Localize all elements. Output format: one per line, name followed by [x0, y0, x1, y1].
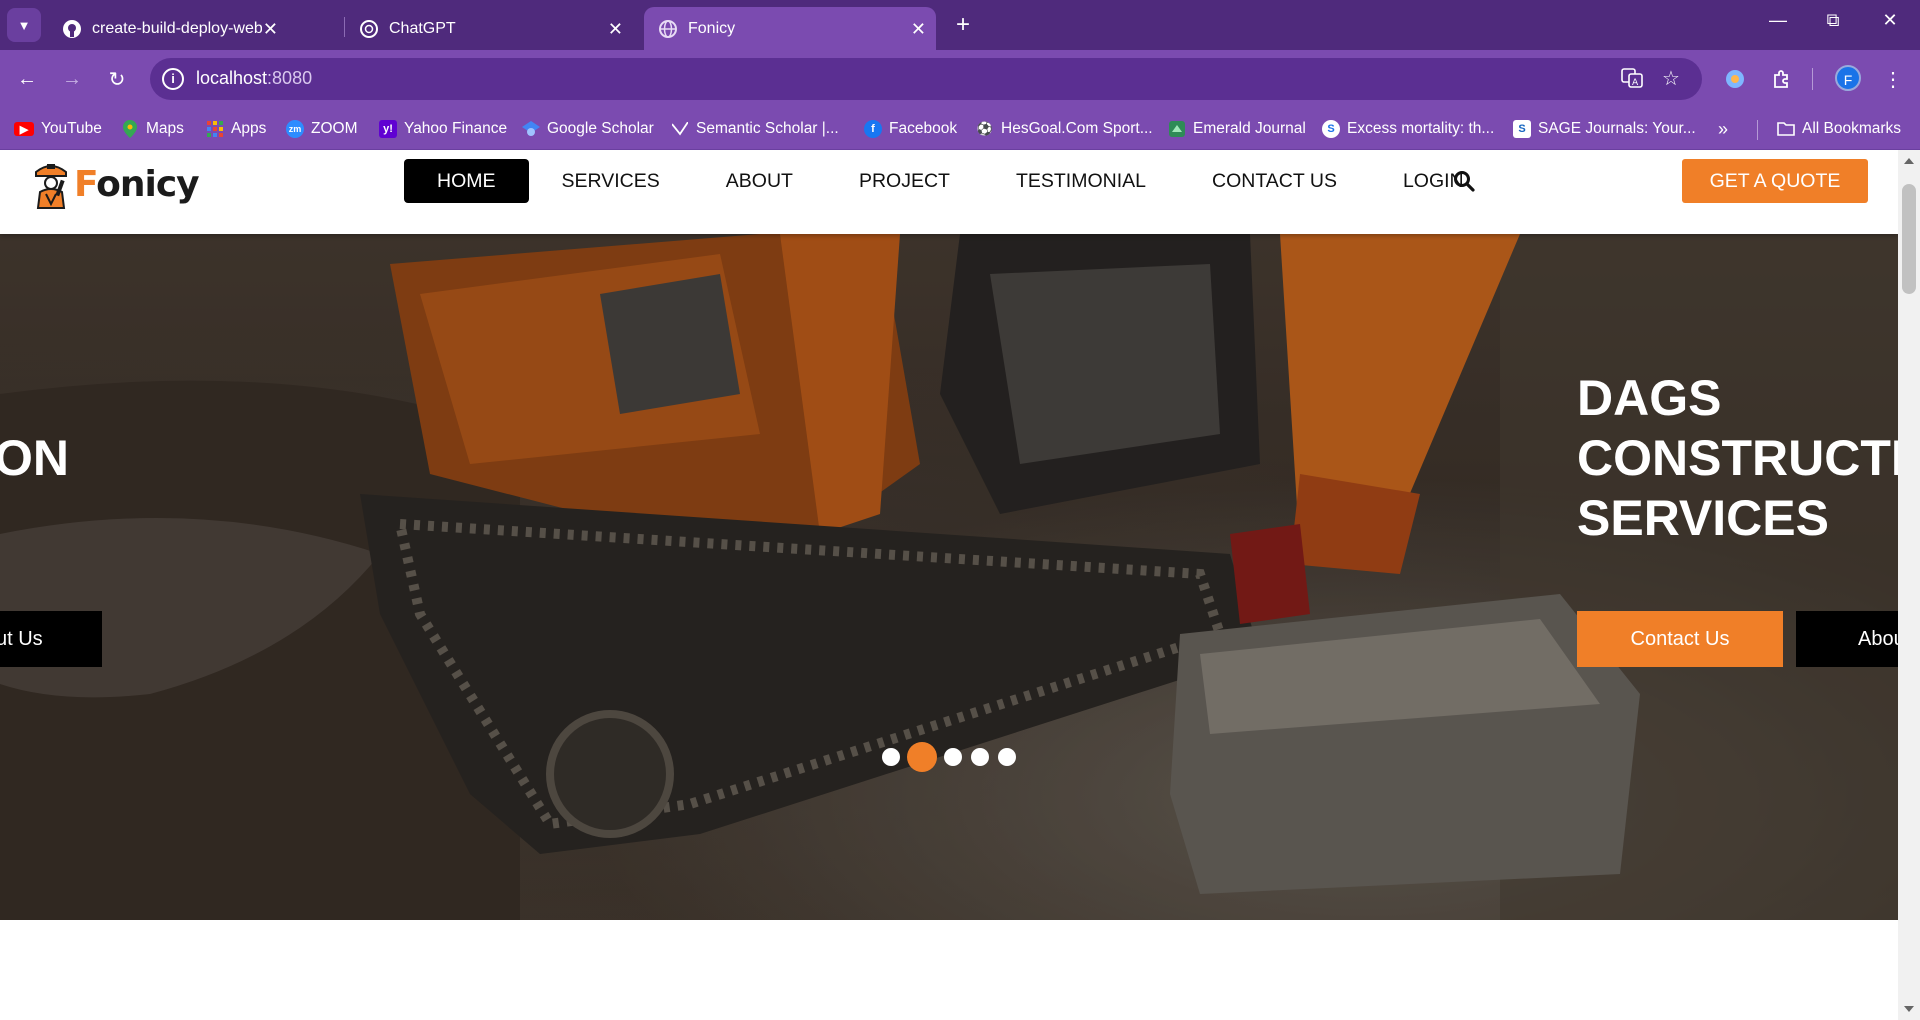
- toolbar-divider: [1812, 68, 1813, 90]
- globe-icon: [658, 19, 678, 39]
- tab-chatgpt[interactable]: ChatGPT ✕: [345, 7, 635, 50]
- youtube-icon: ▶: [14, 122, 34, 136]
- bookmark-youtube[interactable]: ▶ YouTube: [14, 116, 102, 142]
- sage-icon: S: [1513, 120, 1531, 138]
- browser-tab-bar: ▼ create-build-deploy-webapp-w ✕ ChatGPT…: [0, 0, 1920, 50]
- semantic-scholar-icon: [671, 120, 689, 138]
- tab-github[interactable]: create-build-deploy-webapp-w ✕: [48, 7, 288, 50]
- new-tab-button[interactable]: +: [948, 10, 978, 40]
- svg-text:A: A: [1632, 78, 1639, 88]
- tab-title: create-build-deploy-webapp-w: [92, 19, 262, 37]
- get-a-quote-button[interactable]: GET A QUOTE: [1682, 159, 1868, 203]
- zoom-icon: zm: [286, 120, 304, 138]
- scroll-up-icon[interactable]: [1904, 158, 1914, 164]
- nav-login[interactable]: LOGIN: [1370, 159, 1497, 203]
- main-nav: HOME SERVICES ABOUT PROJECT TESTIMONIAL …: [404, 159, 1497, 203]
- site-logo[interactable]: Fonicy: [30, 156, 200, 212]
- excess-icon: S: [1322, 120, 1340, 138]
- bookmark-sage[interactable]: S SAGE Journals: Your...: [1513, 116, 1696, 142]
- bookmark-star-icon[interactable]: ☆: [1662, 66, 1680, 91]
- carousel-dot-4[interactable]: [971, 748, 989, 766]
- bookmarks-bar: ▶ YouTube Maps Apps zm ZOOM y! Yahoo Financ…: [0, 108, 1920, 150]
- brand-name: Fonicy: [74, 163, 200, 205]
- about-us-button[interactable]: About Us: [1796, 611, 1898, 667]
- forward-icon[interactable]: →: [57, 64, 87, 94]
- web-page: Fonicy HOME SERVICES ABOUT PROJECT TESTI…: [0, 150, 1898, 1020]
- bookmark-apps[interactable]: Apps: [206, 116, 266, 142]
- maps-icon: [121, 120, 139, 138]
- tab-fonicy[interactable]: Fonicy ✕: [644, 7, 936, 50]
- close-tab-icon[interactable]: ✕: [911, 19, 926, 40]
- facebook-icon: f: [864, 120, 882, 138]
- previous-slide-about-button[interactable]: ut Us: [0, 611, 102, 667]
- bookmark-emerald[interactable]: Emerald Journal: [1168, 116, 1306, 142]
- page-scrollbar[interactable]: [1898, 150, 1920, 1020]
- bookmark-zoom[interactable]: zm ZOOM: [286, 116, 358, 142]
- reload-icon[interactable]: ↻: [102, 64, 132, 94]
- bookmark-excess-mortality[interactable]: S Excess mortality: th...: [1322, 116, 1494, 142]
- carousel-dot-1[interactable]: [882, 748, 900, 766]
- tab-search-button[interactable]: ▼: [7, 8, 41, 42]
- apps-grid-icon: [206, 120, 224, 138]
- yahoo-icon: y!: [379, 120, 397, 138]
- bookmark-yahoo-finance[interactable]: y! Yahoo Finance: [379, 116, 507, 142]
- scholar-icon: [522, 120, 540, 138]
- tab-title: Fonicy: [688, 19, 736, 37]
- emerald-icon: [1168, 120, 1186, 138]
- openai-icon: [359, 19, 379, 39]
- bookmark-maps[interactable]: Maps: [121, 116, 184, 142]
- builder-logo-icon: [30, 158, 72, 210]
- bookmark-facebook[interactable]: f Facebook: [864, 116, 957, 142]
- tab-title: ChatGPT: [389, 19, 456, 37]
- hero-dark-overlay: [0, 234, 1898, 920]
- carousel-dot-2-active[interactable]: [907, 742, 937, 772]
- previous-slide-title-fragment: ON: [0, 430, 69, 486]
- extensions-puzzle-icon[interactable]: [1767, 64, 1797, 94]
- carousel-dot-5[interactable]: [998, 748, 1016, 766]
- nav-project[interactable]: PROJECT: [826, 159, 983, 203]
- folder-icon: [1777, 120, 1795, 138]
- site-info-icon[interactable]: i: [162, 68, 184, 90]
- bookmark-google-scholar[interactable]: Google Scholar: [522, 116, 654, 142]
- site-header: Fonicy HOME SERVICES ABOUT PROJECT TESTI…: [0, 150, 1898, 234]
- hero-carousel: ON ut Us DAGS CONSTRUCTION SERVICES Cont…: [0, 234, 1898, 920]
- github-icon: [62, 19, 82, 39]
- restore-icon[interactable]: ⧉: [1813, 10, 1853, 31]
- nav-about[interactable]: ABOUT: [693, 159, 826, 203]
- scroll-down-icon[interactable]: [1904, 1006, 1914, 1012]
- hesgoal-icon: ⚽: [976, 121, 994, 136]
- minimize-icon[interactable]: —: [1758, 10, 1798, 31]
- carousel-indicators: [882, 742, 1025, 772]
- browser-toolbar: ← → ↻ i localhost:8080 A ☆ F ⋮: [0, 50, 1920, 108]
- close-tab-icon[interactable]: ✕: [608, 19, 623, 40]
- nav-services[interactable]: SERVICES: [529, 159, 693, 203]
- back-icon[interactable]: ←: [12, 64, 42, 94]
- nav-home[interactable]: HOME: [404, 159, 529, 203]
- close-window-icon[interactable]: ✕: [1870, 10, 1910, 31]
- bookmarks-divider: [1757, 120, 1758, 140]
- url-text[interactable]: localhost:8080: [196, 68, 312, 89]
- bookmark-hesgoal[interactable]: ⚽ HesGoal.Com Sport...: [976, 116, 1153, 142]
- address-bar[interactable]: i localhost:8080 A ☆: [150, 58, 1702, 100]
- more-bookmarks-icon[interactable]: »: [1718, 116, 1728, 142]
- nav-contact-us[interactable]: CONTACT US: [1179, 159, 1370, 203]
- close-tab-icon[interactable]: ✕: [263, 19, 278, 40]
- extension-copilot-icon[interactable]: [1720, 64, 1750, 94]
- scrollbar-thumb[interactable]: [1902, 184, 1916, 294]
- translate-icon[interactable]: A: [1620, 66, 1644, 96]
- contact-us-button[interactable]: Contact Us: [1577, 611, 1783, 667]
- carousel-dot-3[interactable]: [944, 748, 962, 766]
- search-icon[interactable]: [1453, 170, 1475, 192]
- all-bookmarks[interactable]: All Bookmarks: [1777, 116, 1901, 142]
- kebab-menu-icon[interactable]: ⋮: [1878, 64, 1908, 94]
- hero-title: DAGS CONSTRUCTION SERVICES: [1577, 370, 1898, 546]
- nav-testimonial[interactable]: TESTIMONIAL: [983, 159, 1179, 203]
- bookmark-semantic-scholar[interactable]: Semantic Scholar |...: [671, 116, 839, 142]
- profile-avatar[interactable]: F: [1835, 65, 1861, 91]
